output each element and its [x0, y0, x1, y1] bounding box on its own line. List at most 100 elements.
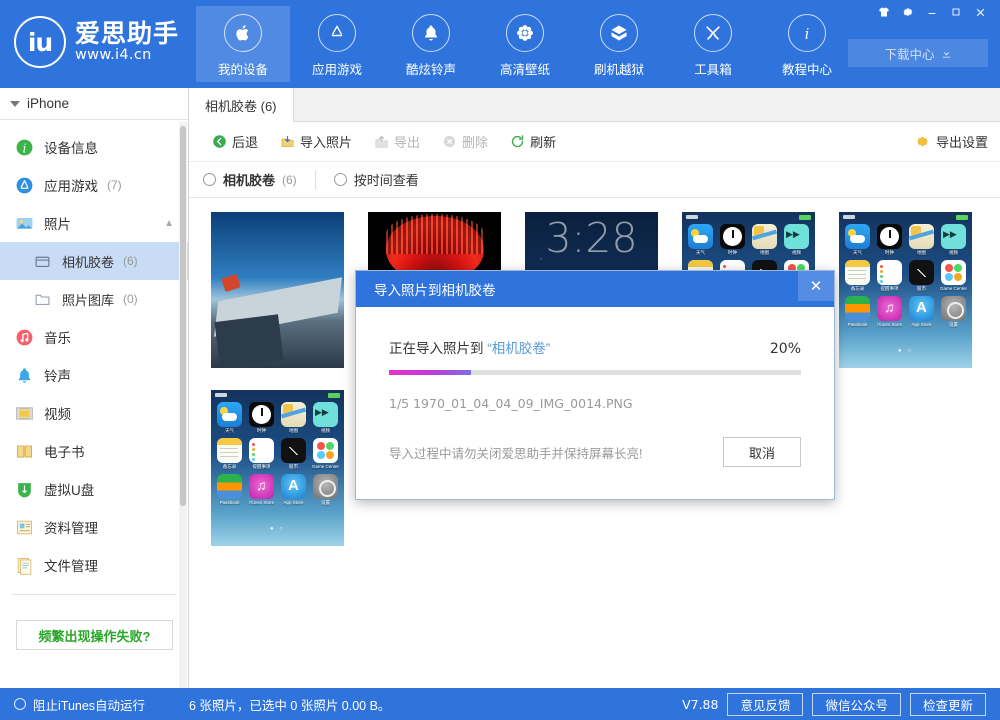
ios-app-cell: 备忘录: [843, 260, 872, 292]
sidebar-item-music[interactable]: 音乐: [0, 318, 188, 356]
ios-app-cell: 地图: [907, 224, 936, 256]
export-label: 导出: [394, 132, 420, 151]
delete-label: 删除: [462, 132, 488, 151]
thumbnail-airplane-wing[interactable]: [211, 212, 344, 368]
sidebar-item-photos[interactable]: 照片 ▲: [0, 204, 188, 242]
export-icon: [374, 134, 389, 149]
sidebar-divider: [12, 594, 176, 595]
nav-item-flash-jailbreak[interactable]: 刷机越狱: [572, 6, 666, 82]
thumbnail-homescreen-3[interactable]: 天气时钟地图视频备忘录提醒事项股市Game CenterPassbookiTun…: [211, 390, 344, 546]
ios-app-label: Game Center: [312, 464, 339, 469]
ios-status-bar: [682, 212, 815, 222]
sidebar-scrollbar-thumb[interactable]: [180, 126, 186, 506]
chevron-up-icon[interactable]: ▲: [164, 218, 174, 229]
photo-icon: [14, 213, 35, 234]
logo-url: www.i4.cn: [75, 48, 179, 63]
tab-bar: 相机胶卷 (6): [189, 88, 1000, 122]
sidebar-scrollbar[interactable]: [179, 122, 187, 688]
maximize-icon[interactable]: [944, 2, 968, 22]
block-itunes-toggle[interactable]: 阻止iTunes自动运行: [0, 695, 175, 714]
sidebar-item-file-management[interactable]: 文件管理: [0, 546, 188, 584]
download-center-button[interactable]: 下载中心: [848, 39, 988, 67]
feedback-button[interactable]: 意见反馈: [727, 693, 803, 716]
sidebar-item-ebook[interactable]: 电子书: [0, 432, 188, 470]
sidebar-item-label: 铃声: [44, 365, 71, 385]
ios-status-bar: [839, 212, 972, 222]
sidebar-item-label: 照片图库: [62, 290, 114, 309]
ios-app-label: 视频: [949, 250, 958, 256]
ios-app-icon: [877, 296, 902, 321]
delete-button: 删除: [433, 128, 497, 155]
help-button[interactable]: 频繁出现操作失败?: [16, 620, 173, 650]
cancel-button[interactable]: 取消: [723, 437, 801, 467]
back-button[interactable]: 后退: [203, 128, 267, 155]
ios-app-label: Game Center: [940, 286, 967, 291]
sidebar-item-video[interactable]: 视频: [0, 394, 188, 432]
nav-item-wallpapers[interactable]: 高清壁纸: [478, 6, 572, 82]
back-icon: [212, 134, 227, 149]
tab-camera-roll[interactable]: 相机胶卷 (6): [189, 88, 294, 122]
export-settings-button[interactable]: 导出设置: [915, 132, 988, 151]
close-icon[interactable]: [968, 2, 992, 22]
thumbnail-homescreen-2[interactable]: 天气时钟地图视频备忘录提醒事项股市Game CenterPassbookiTun…: [839, 212, 972, 368]
status-actions: V7.88 意见反馈 微信公众号 检查更新: [682, 693, 1000, 716]
dialog-status-text: 正在导入照片到 “相机胶卷”: [389, 337, 550, 357]
dialog-title: 导入照片到相机胶卷: [374, 279, 496, 299]
ios-app-cell: 设置: [311, 474, 340, 506]
refresh-button[interactable]: 刷新: [501, 128, 565, 155]
file-icon: [14, 555, 35, 576]
ios-app-icon: [313, 402, 338, 427]
ios-app-icon: [281, 474, 306, 499]
filter-camera-roll[interactable]: 相机胶卷 (6): [203, 170, 297, 189]
ios-app-label: 设置: [321, 500, 330, 506]
ios-app-cell: 视频: [782, 224, 811, 256]
ios-app-label: 地图: [760, 250, 769, 256]
battery-icon: [328, 393, 340, 398]
ios-app-cell: Passbook: [843, 296, 872, 328]
sidebar-item-ringtones[interactable]: 铃声: [0, 356, 188, 394]
sidebar-item-data-management[interactable]: 资料管理: [0, 508, 188, 546]
ios-app-icon: [752, 224, 777, 249]
ios-app-label: 提醒事项: [253, 464, 271, 470]
ios-app-cell: 备忘录: [215, 438, 244, 470]
filter-by-time[interactable]: 按时间查看: [334, 170, 419, 189]
sidebar-device-header[interactable]: iPhone: [0, 88, 188, 120]
nav-item-ringtones[interactable]: 酷炫铃声: [384, 6, 478, 82]
nav-item-toolbox[interactable]: 工具箱: [666, 6, 760, 82]
minimize-icon[interactable]: [920, 2, 944, 22]
apple-icon: [224, 14, 262, 52]
import-photos-button[interactable]: 导入照片: [271, 128, 361, 155]
ios-app-label: 股市: [917, 286, 926, 292]
sidebar-item-apps-games[interactable]: 应用游戏 (7): [0, 166, 188, 204]
skin-icon[interactable]: [872, 2, 896, 22]
close-icon[interactable]: ✕: [798, 271, 834, 301]
app-logo: iu 爱思助手 www.i4.cn: [14, 16, 179, 68]
nav-item-my-device[interactable]: 我的设备: [196, 6, 290, 82]
ios-page-dots: ● ○: [839, 348, 972, 354]
tools-icon: [694, 14, 732, 52]
filter-label: 相机胶卷: [223, 170, 275, 189]
sidebar-item-photo-library[interactable]: 照片图库 (0): [0, 280, 188, 318]
ios-app-cell: App Store: [907, 296, 936, 328]
sidebar-item-device-info[interactable]: i 设备信息: [0, 128, 188, 166]
sidebar-item-camera-roll[interactable]: 相机胶卷 (6): [0, 242, 188, 280]
filter-count: (6): [282, 173, 297, 187]
ios-app-label: iTunes Store: [249, 500, 274, 505]
ios-app-icon: [281, 438, 306, 463]
sidebar-item-virtual-usb[interactable]: 虚拟U盘: [0, 470, 188, 508]
ios-app-cell: App Store: [279, 474, 308, 506]
ios-app-icon: [845, 224, 870, 249]
dialog-title-bar: 导入照片到相机胶卷 ✕: [356, 271, 834, 307]
logo-text: 爱思助手 www.i4.cn: [75, 21, 179, 62]
wechat-button[interactable]: 微信公众号: [812, 693, 901, 716]
ios-app-label: Passbook: [848, 322, 868, 327]
download-icon: [941, 48, 952, 59]
info-icon: i: [14, 137, 35, 158]
check-update-button[interactable]: 检查更新: [910, 693, 986, 716]
filter-bar: 相机胶卷 (6) 按时间查看: [189, 162, 1000, 198]
ios-app-grid: 天气时钟地图视频备忘录提醒事项股市Game CenterPassbookiTun…: [843, 224, 968, 328]
nav-item-tutorial-center[interactable]: i 教程中心: [760, 6, 854, 82]
sidebar-item-label: 文件管理: [44, 555, 98, 575]
gear-icon[interactable]: [896, 2, 920, 22]
nav-item-apps-games[interactable]: 应用游戏: [290, 6, 384, 82]
